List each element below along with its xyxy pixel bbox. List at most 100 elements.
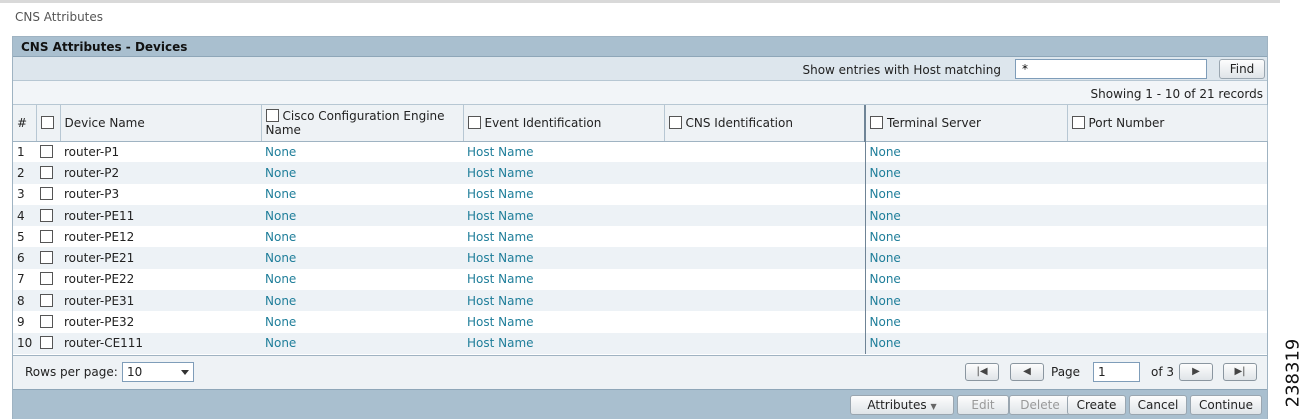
col-terminal-server: Terminal Server bbox=[864, 105, 1068, 142]
first-page-icon: |◀ bbox=[976, 366, 988, 377]
rows-per-page-value: 10 bbox=[127, 365, 143, 379]
event-id-link[interactable]: Host Name bbox=[463, 332, 664, 354]
engine-name-link[interactable]: None bbox=[261, 332, 463, 354]
row-checkbox[interactable] bbox=[40, 187, 53, 201]
find-button[interactable]: Find bbox=[1219, 59, 1265, 79]
terminal-server-link[interactable]: None bbox=[864, 332, 1067, 354]
event-id-link[interactable]: Host Name bbox=[463, 162, 664, 184]
col-engine-name: Cisco Configuration Engine Name bbox=[261, 105, 464, 142]
figure-number: 238319 bbox=[1281, 338, 1305, 408]
row-select bbox=[36, 204, 60, 227]
row-index: 9 bbox=[17, 315, 25, 330]
col-select-all bbox=[36, 105, 61, 142]
row-select bbox=[36, 226, 60, 247]
port-number-cell bbox=[1067, 226, 1267, 247]
terminal-server-link[interactable]: None bbox=[864, 268, 1067, 291]
col-device-name[interactable]: Device Name bbox=[60, 105, 262, 142]
table-row: 7 router-PE22 None Host Name None bbox=[13, 268, 1267, 291]
event-id-checkbox[interactable] bbox=[467, 115, 481, 129]
engine-name-link[interactable]: None bbox=[261, 204, 463, 227]
terminal-server-link[interactable]: None bbox=[864, 183, 1067, 205]
engine-name-link[interactable]: None bbox=[261, 290, 463, 312]
cns-id-cell bbox=[664, 290, 865, 312]
port-number-cell bbox=[1067, 184, 1267, 205]
engine-name-link[interactable]: None bbox=[261, 141, 463, 162]
event-id-link[interactable]: Host Name bbox=[463, 290, 664, 312]
select-all-checkbox[interactable] bbox=[40, 115, 54, 129]
event-id-link[interactable]: Host Name bbox=[463, 269, 664, 290]
device-name: router-P2 bbox=[60, 162, 261, 184]
row-checkbox[interactable] bbox=[40, 208, 53, 222]
last-page-button[interactable]: ▶| bbox=[1223, 363, 1257, 381]
event-id-link[interactable]: Host Name bbox=[463, 141, 664, 162]
terminal-server-link[interactable]: None bbox=[864, 290, 1067, 312]
row-checkbox[interactable] bbox=[40, 165, 53, 179]
last-page-icon: ▶| bbox=[1234, 366, 1246, 377]
devices-table-body: 1 router-P1 None Host Name None 2 router… bbox=[13, 141, 1267, 354]
event-id-link[interactable]: Host Name bbox=[463, 247, 664, 269]
rows-per-page-label: Rows per page: bbox=[25, 365, 118, 379]
engine-name-link[interactable]: None bbox=[261, 247, 463, 269]
row-checkbox[interactable] bbox=[40, 315, 53, 329]
row-checkbox[interactable] bbox=[40, 272, 53, 286]
next-page-button[interactable]: ▶ bbox=[1179, 363, 1213, 381]
row-select bbox=[36, 162, 60, 184]
row-select bbox=[36, 269, 60, 290]
cns-id-cell bbox=[664, 184, 865, 205]
create-button[interactable]: Create bbox=[1067, 395, 1126, 415]
terminal-server-link[interactable]: None bbox=[864, 226, 1067, 248]
terminal-server-link[interactable]: None bbox=[864, 162, 1067, 184]
event-id-link[interactable]: Host Name bbox=[463, 226, 664, 247]
prev-page-button[interactable]: ◀ bbox=[1010, 363, 1044, 381]
table-row: 5 router-PE12 None Host Name None bbox=[13, 226, 1267, 248]
engine-name-link[interactable]: None bbox=[261, 311, 463, 332]
row-checkbox[interactable] bbox=[40, 229, 53, 243]
engine-name-link[interactable]: None bbox=[261, 269, 463, 290]
device-name: router-PE12 bbox=[64, 229, 135, 244]
port-number-checkbox[interactable] bbox=[1071, 115, 1085, 129]
terminal-server-checkbox[interactable] bbox=[870, 115, 883, 129]
row-index: 5 bbox=[17, 229, 25, 244]
row-checkbox[interactable] bbox=[40, 336, 53, 350]
attributes-button[interactable]: Attributes ▼ bbox=[850, 395, 954, 415]
page-title: CNS Attributes bbox=[15, 10, 104, 24]
edit-button[interactable]: Edit bbox=[957, 395, 1009, 415]
terminal-server-link[interactable]: None bbox=[864, 204, 1067, 227]
cns-id-cell bbox=[664, 269, 865, 290]
host-filter-input[interactable] bbox=[1015, 59, 1207, 79]
port-number-cell bbox=[1067, 204, 1267, 227]
row-checkbox[interactable] bbox=[40, 251, 53, 265]
terminal-server-link[interactable]: None bbox=[864, 141, 1067, 163]
continue-button[interactable]: Continue bbox=[1190, 395, 1262, 415]
engine-name-checkbox[interactable] bbox=[265, 108, 279, 122]
row-checkbox[interactable] bbox=[40, 293, 53, 307]
engine-name-link[interactable]: None bbox=[261, 184, 463, 205]
devices-panel: CNS Attributes - Devices Show entries wi… bbox=[12, 36, 1268, 419]
cns-id-cell bbox=[664, 226, 865, 247]
engine-name-link[interactable]: None bbox=[261, 226, 463, 247]
cancel-button[interactable]: Cancel bbox=[1129, 395, 1187, 415]
row-select bbox=[36, 332, 60, 354]
event-id-link[interactable]: Host Name bbox=[463, 311, 664, 332]
cns-id-checkbox[interactable] bbox=[668, 115, 682, 129]
terminal-server-link[interactable]: None bbox=[864, 311, 1067, 333]
col-device-name-label: Device Name bbox=[64, 115, 145, 130]
device-name: router-CE111 bbox=[60, 332, 261, 354]
event-id-link[interactable]: Host Name bbox=[463, 204, 664, 227]
terminal-server-link[interactable]: None bbox=[864, 247, 1067, 269]
rows-per-page-select[interactable]: 10 bbox=[122, 362, 194, 382]
page-number-input[interactable]: 1 bbox=[1093, 362, 1140, 382]
row-select bbox=[36, 247, 60, 269]
row-checkbox[interactable] bbox=[40, 144, 53, 158]
row-index: 4 bbox=[13, 204, 36, 227]
port-number-cell bbox=[1067, 247, 1267, 269]
port-number-cell bbox=[1067, 290, 1267, 312]
event-id-link[interactable]: Host Name bbox=[463, 184, 664, 205]
delete-button[interactable]: Delete bbox=[1009, 395, 1071, 415]
port-number-cell bbox=[1067, 311, 1267, 332]
figure-number-text: 238319 bbox=[1282, 338, 1304, 408]
engine-name-link[interactable]: None bbox=[261, 162, 463, 184]
device-name: router-PE32 bbox=[64, 315, 135, 330]
table-row: 10 router-CE111 None Host Name None bbox=[13, 332, 1267, 354]
first-page-button[interactable]: |◀ bbox=[965, 363, 999, 381]
